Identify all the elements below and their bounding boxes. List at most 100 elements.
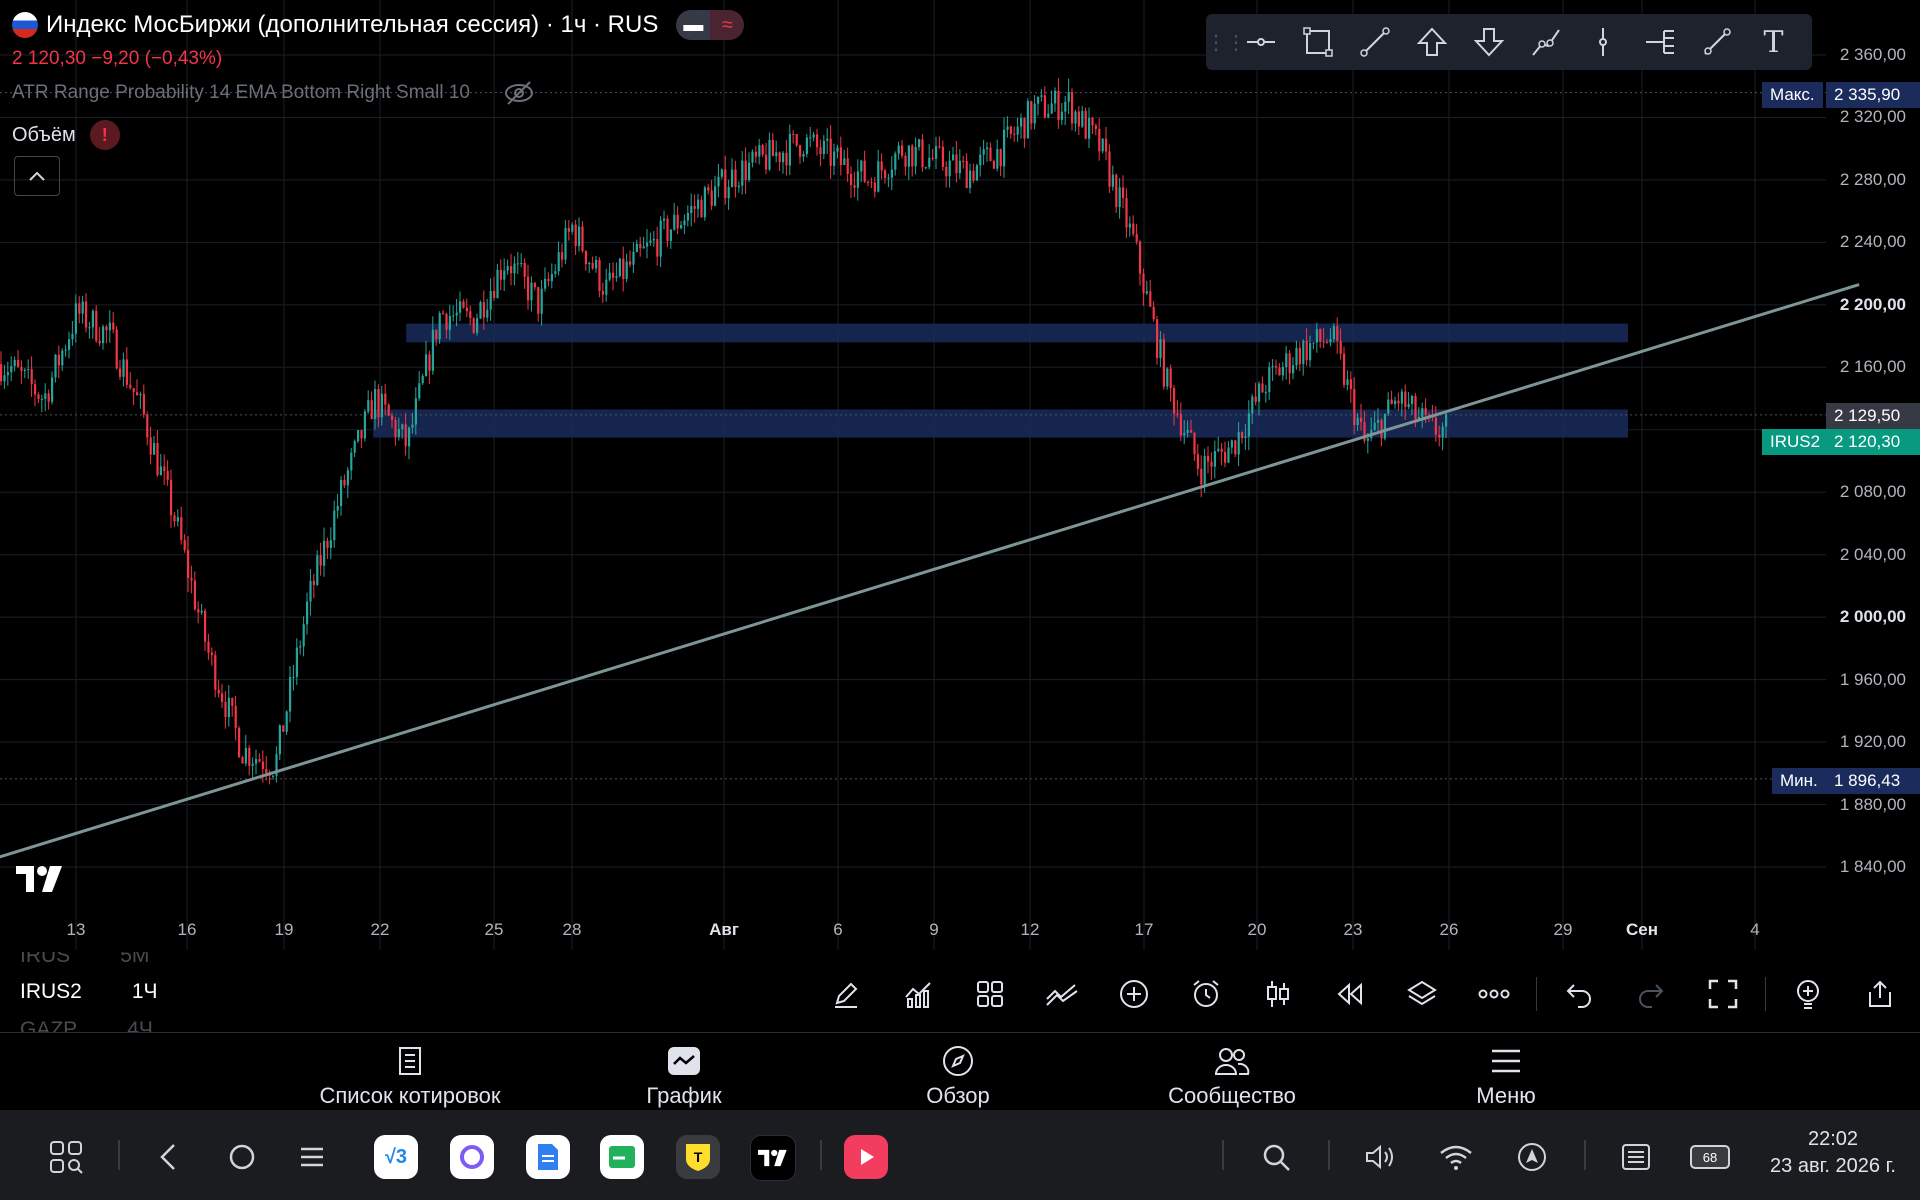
- wifi-icon[interactable]: [1434, 1135, 1478, 1179]
- arrow-down-icon[interactable]: [1460, 14, 1517, 70]
- layers-icon[interactable]: [1386, 972, 1458, 1016]
- candle-body: [207, 641, 210, 653]
- compare-icon[interactable]: [1026, 972, 1098, 1016]
- candle-body: [1258, 383, 1261, 402]
- candle-body: [442, 313, 445, 315]
- time-axis-label: 12: [1020, 920, 1040, 939]
- candle-body: [578, 226, 581, 247]
- candles-icon[interactable]: [1242, 972, 1314, 1016]
- price-chart[interactable]: [0, 0, 1920, 960]
- nav-community[interactable]: Сообщество: [1112, 1043, 1352, 1109]
- nav-watchlist[interactable]: Список котировок: [290, 1043, 530, 1109]
- app-drawer-icon[interactable]: [44, 1135, 88, 1179]
- alarm-icon[interactable]: [1170, 972, 1242, 1016]
- arrow-up-icon[interactable]: [1403, 14, 1460, 70]
- layouts-grid-icon[interactable]: [954, 972, 1026, 1016]
- candle-body: [948, 160, 951, 177]
- last-price-tag: 2 120,30: [1826, 429, 1920, 455]
- fib-icon[interactable]: [1517, 14, 1574, 70]
- candle-body: [57, 354, 60, 366]
- brush-icon[interactable]: [1688, 14, 1745, 70]
- candle-body: [652, 238, 655, 241]
- symbol-picker[interactable]: IRUS 5М IRUS2 1Ч GAZP 4Ч: [0, 952, 240, 1032]
- candle-body: [1054, 90, 1057, 104]
- candle-body: [965, 160, 968, 189]
- candle-body: [527, 276, 530, 301]
- app-tradingview-icon[interactable]: [750, 1135, 796, 1181]
- list-icon: [290, 1043, 530, 1079]
- pitchfork-icon[interactable]: [1631, 14, 1688, 70]
- session-toggle[interactable]: ▬ ≈: [676, 10, 745, 40]
- drag-handle-icon[interactable]: ⋮⋮: [1206, 30, 1246, 55]
- fullscreen-icon[interactable]: [1687, 972, 1759, 1016]
- nav-overview[interactable]: Обзор: [838, 1043, 1078, 1109]
- nav-label: Сообщество: [1168, 1083, 1296, 1108]
- volume-icon[interactable]: [1358, 1135, 1402, 1179]
- candle-body: [1030, 101, 1033, 124]
- candle-body: [394, 419, 397, 438]
- candle-body: [608, 272, 611, 280]
- app-tbank-icon[interactable]: T: [676, 1135, 720, 1179]
- candle-body: [741, 160, 744, 186]
- warning-icon[interactable]: !: [89, 120, 120, 150]
- recents-icon[interactable]: [290, 1135, 334, 1179]
- horizontal-ray-icon[interactable]: [1232, 14, 1289, 70]
- more-icon[interactable]: [1458, 972, 1530, 1016]
- hidden-eye-icon[interactable]: [504, 80, 534, 112]
- drawing-pen-icon[interactable]: [810, 972, 882, 1016]
- candle-body: [489, 291, 492, 310]
- notifications-list-icon[interactable]: [1614, 1135, 1658, 1179]
- minus-icon[interactable]: ▬: [676, 10, 711, 40]
- nav-menu[interactable]: Меню: [1386, 1043, 1626, 1109]
- wave-icon[interactable]: ≈: [710, 10, 745, 40]
- collapse-legend-button[interactable]: [14, 156, 60, 196]
- candle-body: [1281, 367, 1284, 376]
- vertical-line-icon[interactable]: [1574, 14, 1631, 70]
- trend-line-icon[interactable]: [1346, 14, 1403, 70]
- candle-body: [584, 251, 587, 265]
- search-icon[interactable]: [1254, 1135, 1298, 1179]
- redo-icon[interactable]: [1615, 972, 1687, 1016]
- volume-legend[interactable]: Объём !: [12, 120, 120, 150]
- undo-icon[interactable]: [1543, 972, 1615, 1016]
- indicator-label[interactable]: ATR Range Probability 14 EMA Bottom Righ…: [12, 82, 470, 104]
- candle-body: [1166, 368, 1169, 387]
- candle-body: [1445, 414, 1448, 427]
- tradingview-logo[interactable]: [16, 866, 64, 897]
- app-video-icon[interactable]: [844, 1135, 888, 1179]
- back-icon[interactable]: [146, 1135, 190, 1179]
- app-alice-icon[interactable]: [450, 1135, 494, 1179]
- share-icon[interactable]: [1844, 972, 1916, 1016]
- symbol-title[interactable]: Индекс МосБиржи (дополнительная сессия) …: [12, 10, 745, 40]
- add-symbol-icon[interactable]: [1098, 972, 1170, 1016]
- symbol-row[interactable]: GAZP 4Ч: [20, 1018, 153, 1032]
- navigation-icon[interactable]: [1510, 1135, 1554, 1179]
- replay-icon[interactable]: [1314, 972, 1386, 1016]
- app-tables-icon[interactable]: [600, 1135, 644, 1179]
- indicators-icon[interactable]: [882, 972, 954, 1016]
- symbol-row-selected[interactable]: IRUS2 1Ч: [20, 980, 158, 1004]
- candle-body: [1084, 110, 1087, 139]
- nav-label: График: [646, 1083, 722, 1108]
- nav-chart[interactable]: График: [564, 1043, 804, 1109]
- candle-body: [748, 162, 751, 181]
- candle-body: [1244, 436, 1247, 438]
- candle-body: [979, 154, 982, 166]
- zoom-in-icon[interactable]: [1772, 972, 1844, 1016]
- candle-body: [720, 169, 723, 177]
- candle-body: [829, 138, 832, 166]
- divider: [1765, 977, 1766, 1011]
- candle-body: [1380, 419, 1383, 439]
- rectangle-icon[interactable]: [1289, 14, 1346, 70]
- candle-body: [822, 140, 825, 155]
- home-icon[interactable]: [220, 1135, 264, 1179]
- app-docs-icon[interactable]: [526, 1135, 570, 1179]
- symbol-row[interactable]: IRUS 5М: [20, 952, 149, 968]
- system-clock[interactable]: 22:02 23 авг. 2026 г.: [1770, 1128, 1896, 1178]
- app-calculator-icon[interactable]: √3: [374, 1135, 418, 1179]
- candle-body: [472, 318, 475, 333]
- candle-body: [1179, 413, 1182, 436]
- candle-body: [714, 186, 717, 206]
- candle-body: [1234, 440, 1237, 455]
- candle-body: [846, 158, 849, 174]
